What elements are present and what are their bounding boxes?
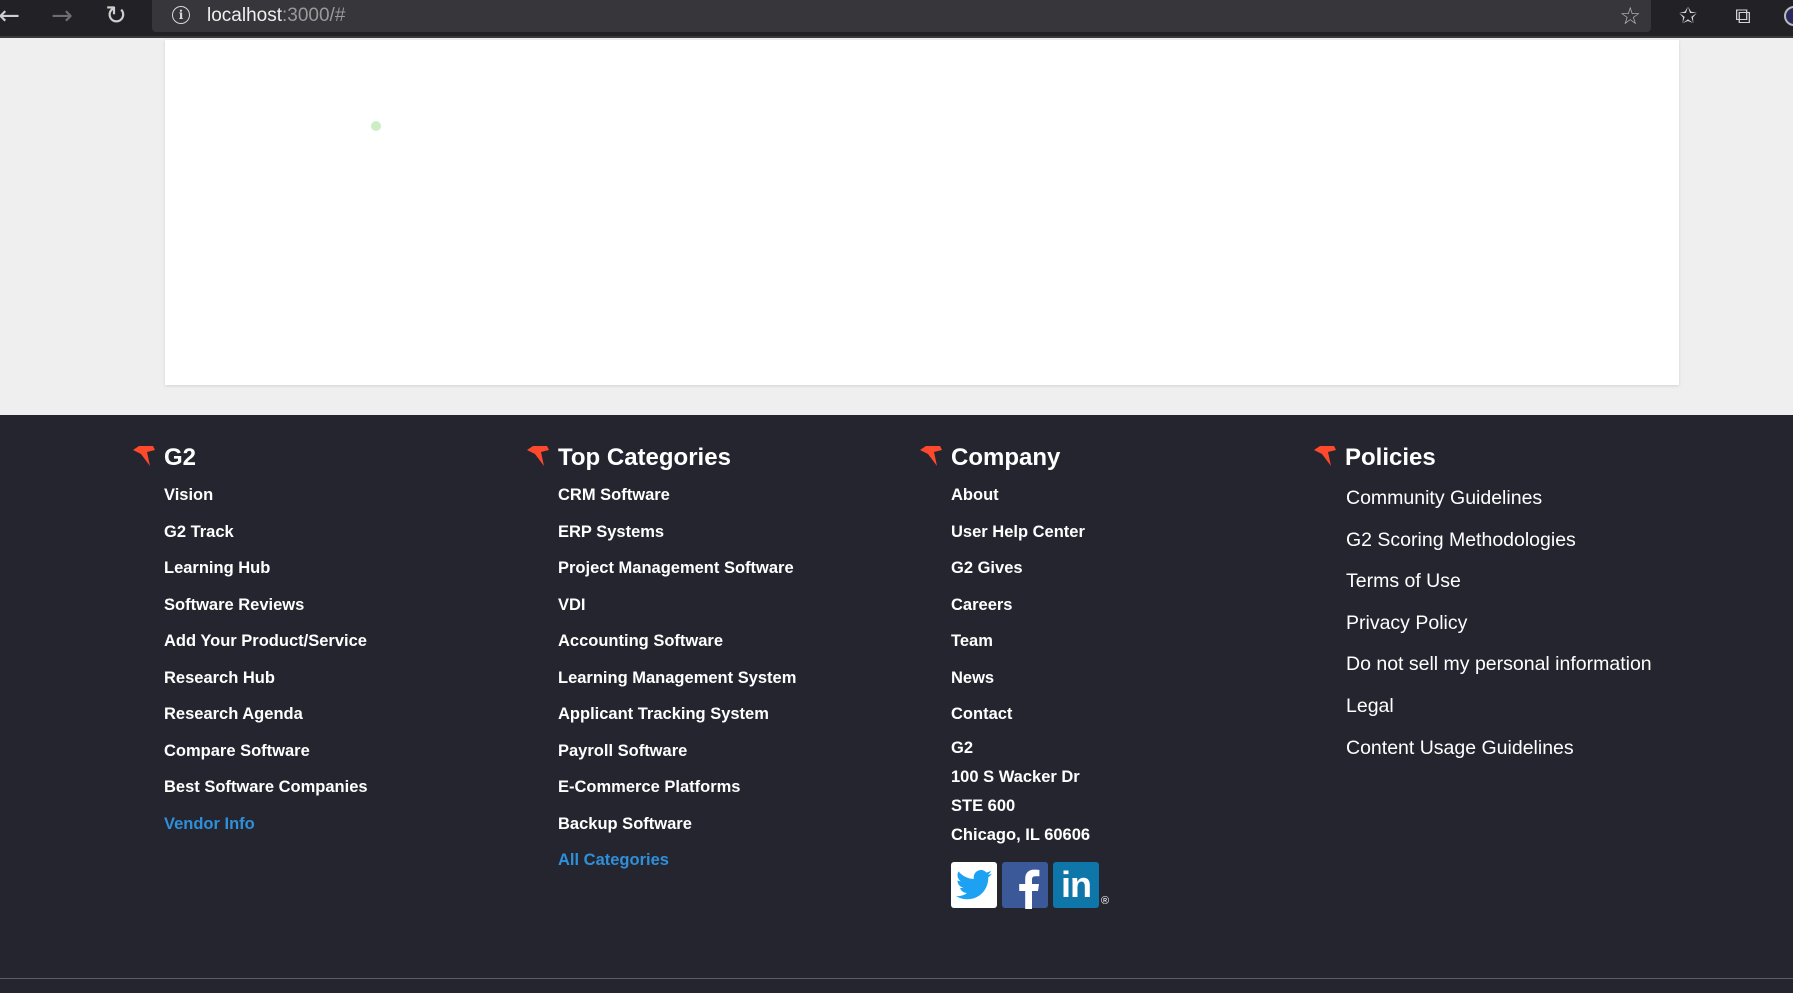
footer-link-payroll-software[interactable]: Payroll Software	[558, 741, 796, 778]
address-line: STE 600	[951, 796, 1016, 815]
footer-link-applicant-tracking[interactable]: Applicant Tracking System	[558, 704, 796, 741]
url-host: localhost	[207, 5, 282, 26]
footer-link-accounting-software[interactable]: Accounting Software	[558, 631, 796, 668]
footer-link-learning-management[interactable]: Learning Management System	[558, 668, 796, 705]
footer-link-research-agenda[interactable]: Research Agenda	[164, 704, 368, 741]
footer-link-erp-systems[interactable]: ERP Systems	[558, 522, 796, 559]
footer-link-software-reviews[interactable]: Software Reviews	[164, 595, 368, 632]
url-path: :3000/#	[282, 5, 346, 26]
registered-mark: ®	[1101, 894, 1110, 907]
footer-link-careers[interactable]: Careers	[951, 595, 1109, 632]
column-header: Company	[920, 443, 1109, 473]
column-header: Top Categories	[527, 443, 796, 473]
footer-link-learning-hub[interactable]: Learning Hub	[164, 558, 368, 595]
footer-link-backup-software[interactable]: Backup Software	[558, 814, 796, 851]
url-text[interactable]: localhost:3000/#	[207, 5, 345, 27]
footer-link-user-help-center[interactable]: User Help Center	[951, 522, 1109, 559]
footer-link-vision[interactable]: Vision	[164, 485, 368, 522]
footer-link-content-usage[interactable]: Content Usage Guidelines	[1346, 737, 1652, 779]
favorite-star-icon[interactable]: ☆	[1619, 2, 1641, 30]
reload-icon[interactable]: ↻	[99, 1, 133, 31]
footer-divider	[0, 978, 1793, 979]
footer-column-top-categories: Top Categories CRM Software ERP Systems …	[527, 443, 796, 887]
footer-link-about[interactable]: About	[951, 485, 1109, 522]
column-header: G2	[133, 443, 368, 473]
footer-link-compare-software[interactable]: Compare Software	[164, 741, 368, 778]
policy-link-list: Community Guidelines G2 Scoring Methodol…	[1346, 487, 1652, 778]
footer-link-team[interactable]: Team	[951, 631, 1109, 668]
footer-link-vendor-info[interactable]: Vendor Info	[164, 814, 368, 851]
collections-icon[interactable]: ⧉	[1726, 2, 1760, 30]
content-card	[165, 40, 1679, 385]
link-list: CRM Software ERP Systems Project Managem…	[558, 485, 796, 887]
favorites-list-icon[interactable]: ✩	[1671, 2, 1705, 30]
footer-column-policies: Policies Community Guidelines G2 Scoring…	[1314, 443, 1652, 778]
social-links: in ®	[951, 861, 1110, 909]
column-title: G2	[164, 444, 197, 471]
browser-toolbar: ← → ↻ i localhost:3000/# ☆ ✩ ⧉	[0, 0, 1793, 38]
g2-logo-icon	[1314, 446, 1336, 466]
footer-link-scoring-methodologies[interactable]: G2 Scoring Methodologies	[1346, 529, 1652, 571]
footer-link-do-not-sell[interactable]: Do not sell my personal information	[1346, 653, 1652, 695]
footer-link-terms-of-use[interactable]: Terms of Use	[1346, 570, 1652, 612]
back-arrow-icon[interactable]: ←	[0, 1, 26, 31]
address-line: 100 S Wacker Dr	[951, 767, 1080, 786]
footer-link-research-hub[interactable]: Research Hub	[164, 668, 368, 705]
twitter-icon[interactable]	[951, 861, 997, 908]
footer-link-crm-software[interactable]: CRM Software	[558, 485, 796, 522]
column-header: Policies	[1314, 443, 1652, 473]
loading-indicator	[371, 121, 381, 131]
address-line: G2	[951, 738, 974, 757]
column-title: Policies	[1345, 444, 1436, 471]
address-line: Chicago, IL 60606	[951, 825, 1091, 844]
g2-logo-icon	[920, 446, 942, 466]
company-address: G2 100 S Wacker Dr STE 600 Chicago, IL 6…	[951, 734, 1109, 850]
footer-link-g2-gives[interactable]: G2 Gives	[951, 558, 1109, 595]
footer-column-g2: G2 Vision G2 Track Learning Hub Software…	[133, 443, 368, 850]
footer-link-ecommerce-platforms[interactable]: E-Commerce Platforms	[558, 777, 796, 814]
link-list: Vision G2 Track Learning Hub Software Re…	[164, 485, 368, 850]
footer-link-add-product[interactable]: Add Your Product/Service	[164, 631, 368, 668]
info-icon[interactable]: i	[172, 6, 190, 24]
footer-link-all-categories[interactable]: All Categories	[558, 850, 796, 887]
footer-link-privacy-policy[interactable]: Privacy Policy	[1346, 612, 1652, 654]
footer-column-company: Company About User Help Center G2 Gives …	[920, 443, 1110, 909]
column-title: Top Categories	[558, 444, 731, 471]
forward-arrow-icon[interactable]: →	[45, 1, 79, 31]
footer-link-vdi[interactable]: VDI	[558, 595, 796, 632]
linkedin-icon[interactable]: in	[1053, 861, 1099, 908]
address-bar[interactable]: i localhost:3000/# ☆	[152, 0, 1651, 32]
linkedin-logo-text: in	[1061, 863, 1092, 905]
g2-logo-icon	[133, 446, 155, 466]
footer-link-community-guidelines[interactable]: Community Guidelines	[1346, 487, 1652, 529]
link-list: About User Help Center G2 Gives Careers …	[951, 485, 1109, 741]
column-title: Company	[951, 444, 1061, 471]
footer-link-legal[interactable]: Legal	[1346, 695, 1652, 737]
facebook-icon[interactable]	[1002, 861, 1048, 909]
footer-link-news[interactable]: News	[951, 668, 1109, 705]
g2-logo-icon	[527, 446, 549, 466]
footer-link-best-software-companies[interactable]: Best Software Companies	[164, 777, 368, 814]
profile-avatar-icon[interactable]	[1784, 6, 1793, 26]
footer-link-project-management[interactable]: Project Management Software	[558, 558, 796, 595]
site-footer: G2 Vision G2 Track Learning Hub Software…	[0, 415, 1793, 993]
footer-link-g2-track[interactable]: G2 Track	[164, 522, 368, 559]
